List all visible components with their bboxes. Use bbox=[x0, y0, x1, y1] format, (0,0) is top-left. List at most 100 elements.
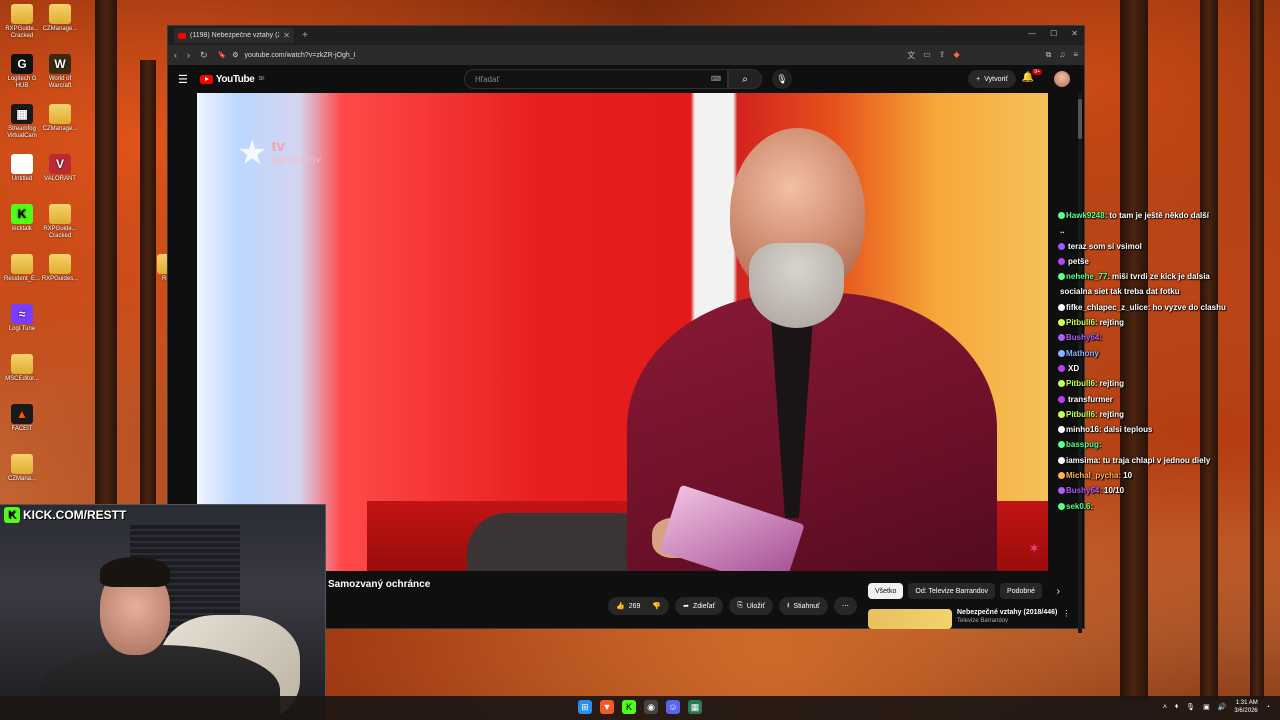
chip-channel[interactable]: Od: Televize Barrandov bbox=[908, 583, 996, 599]
chat-username[interactable]: fifke_chlapec_z_ulice: bbox=[1066, 303, 1150, 312]
desktop-icon[interactable]: RXPGuide... Cracked bbox=[40, 204, 80, 240]
volume-icon[interactable]: 🔊 bbox=[1218, 703, 1227, 711]
desktop-icon[interactable]: Resident_E... bbox=[2, 254, 42, 283]
youtube-logo[interactable]: YouTube SK bbox=[199, 74, 265, 85]
search-input[interactable]: Hľadať ⌨ bbox=[464, 69, 728, 89]
voice-search-button[interactable]: 🎙 bbox=[772, 69, 792, 89]
maximize-icon[interactable]: ☐ bbox=[1050, 29, 1057, 38]
chat-message: transfurmer bbox=[1058, 392, 1280, 407]
chip-related[interactable]: Podobné bbox=[1000, 583, 1043, 599]
chat-username[interactable]: Hawk9248: bbox=[1066, 211, 1107, 220]
keyboard-icon[interactable]: ⌨ bbox=[711, 75, 721, 83]
tray-app-icon[interactable]: ⬧ bbox=[1175, 703, 1178, 711]
desktop-icon[interactable]: RXPGuide... Cracked bbox=[2, 4, 42, 40]
desktop-icon[interactable]: Kkicktalk bbox=[2, 204, 42, 233]
tray-mic-icon[interactable]: 🎙 bbox=[1186, 703, 1195, 711]
kick-app-icon[interactable]: K bbox=[622, 700, 636, 714]
windows-start-icon[interactable]: ⊞ bbox=[578, 700, 592, 714]
menu-icon[interactable]: ≡ bbox=[1073, 50, 1078, 61]
like-button[interactable]: 👍 269 👎 bbox=[608, 597, 670, 615]
chat-badge-icon bbox=[1058, 349, 1065, 357]
share-icon[interactable]: ⇪ bbox=[939, 50, 946, 61]
chat-username[interactable]: minho16: bbox=[1066, 425, 1102, 434]
chat-message: XD bbox=[1058, 361, 1280, 376]
url-field[interactable]: 🔖 ⚙ youtube.com/watch?v=zkZR-jOgh_I bbox=[218, 51, 898, 60]
desktop-icon[interactable]: CZManage... bbox=[40, 104, 80, 133]
reader-icon[interactable]: ▭ bbox=[923, 50, 931, 61]
create-button[interactable]: + Vytvoriť bbox=[968, 70, 1016, 88]
kick-banner: K KICK.COM/RESTT bbox=[0, 504, 130, 526]
chat-message: Mathony bbox=[1058, 346, 1280, 361]
chat-badge-icon bbox=[1058, 364, 1065, 372]
minimize-icon[interactable]: — bbox=[1028, 29, 1036, 38]
desktop-icon[interactable]: RXPGuides... bbox=[40, 254, 80, 283]
discord-icon[interactable]: ☺ bbox=[666, 700, 680, 714]
avatar[interactable] bbox=[1054, 71, 1070, 87]
translate-icon[interactable]: 文 bbox=[907, 50, 915, 61]
spreadsheet-icon[interactable]: ▦ bbox=[688, 700, 702, 714]
media-icon[interactable]: ♫ bbox=[1059, 50, 1065, 61]
chip-all[interactable]: Všetko bbox=[868, 583, 904, 599]
chat-username[interactable]: iamsima: bbox=[1066, 456, 1101, 465]
chat-username[interactable]: Mathony bbox=[1066, 349, 1099, 358]
reload-icon[interactable]: ↻ bbox=[200, 50, 208, 61]
desktop-icon[interactable]: V VALORANT bbox=[40, 154, 80, 183]
hamburger-icon[interactable]: ☰ bbox=[178, 73, 188, 86]
clock[interactable]: 1:31 AM 3/6/2026 bbox=[1234, 699, 1257, 715]
save-button[interactable]: ⎘ Uložiť bbox=[729, 597, 773, 615]
chat-username[interactable]: Bushy64: bbox=[1066, 333, 1102, 342]
chat-username[interactable]: sek0.6: bbox=[1066, 502, 1093, 511]
chat-username[interactable]: basspug: bbox=[1066, 440, 1102, 449]
brave-shield-icon[interactable]: ◆ bbox=[953, 50, 959, 61]
bookmark-icon[interactable]: 🔖 bbox=[218, 51, 227, 59]
desktop-icon[interactable]: ▦ Streamfog VirtualCam bbox=[2, 104, 42, 140]
tray-chevron-icon[interactable]: ˄ bbox=[1163, 704, 1167, 711]
chat-username[interactable]: Pitbull6: bbox=[1066, 379, 1098, 388]
back-icon[interactable]: ‹ bbox=[174, 50, 177, 60]
desktop-icon[interactable]: G Logitech G HUB bbox=[2, 54, 42, 90]
chat-username[interactable]: Pitbull6: bbox=[1066, 410, 1098, 419]
more-actions-button[interactable]: ⋯ bbox=[833, 597, 857, 615]
desktop-icon[interactable]: CZManage... bbox=[40, 4, 80, 33]
folder-icon bbox=[49, 104, 71, 124]
obs-icon[interactable]: ◉ bbox=[644, 700, 658, 714]
desktop-icon[interactable]: ≈ Logi Tune bbox=[2, 304, 42, 333]
browser-tab[interactable]: (1198) Nebezpečné vztahy (2... ✕ bbox=[174, 28, 294, 43]
logitech-icon: G bbox=[11, 54, 33, 74]
desktop-icon-label: CZManage... bbox=[42, 26, 78, 32]
download-button[interactable]: ⭳ Stiahnuť bbox=[778, 597, 828, 615]
brave-icon[interactable]: ▼ bbox=[600, 700, 614, 714]
forward-icon[interactable]: › bbox=[187, 50, 190, 60]
search-button[interactable]: ⌕ bbox=[728, 69, 762, 89]
dislike-icon[interactable]: 👎 bbox=[652, 602, 661, 610]
site-info-icon[interactable]: ⚙ bbox=[232, 51, 238, 59]
chat-username[interactable]: Pitbull6: bbox=[1066, 318, 1098, 327]
chevron-right-icon[interactable]: › bbox=[1057, 586, 1060, 597]
desktop-icon-label: VALORANT bbox=[44, 176, 76, 182]
rec-more-icon[interactable]: ⋮ bbox=[1062, 609, 1070, 629]
share-button[interactable]: ➦ Zdieľať bbox=[675, 597, 724, 615]
rec-channel: Televize Barrandov bbox=[957, 618, 1009, 624]
chat-badge-icon bbox=[1058, 426, 1065, 434]
desktop-icon[interactable]: ▲ FACEIT bbox=[2, 404, 42, 433]
chat-username[interactable]: Bushy64: bbox=[1066, 486, 1102, 495]
chat-text: 10/10 bbox=[1104, 486, 1125, 496]
url-text: youtube.com/watch?v=zkZR-jOgh_I bbox=[244, 51, 356, 59]
chat-username[interactable]: nehehe_77: bbox=[1066, 272, 1110, 281]
recommended-video[interactable]: Nebezpečné vztahy (2018/446) Televize Ba… bbox=[868, 609, 1078, 629]
notification-center-icon[interactable]: ◔ bbox=[1266, 704, 1270, 711]
desktop-icon[interactable]: CZMana... bbox=[2, 454, 42, 483]
tree-trunk bbox=[140, 60, 156, 510]
close-icon[interactable]: ✕ bbox=[283, 31, 290, 40]
extensions-icon[interactable]: ⧉ bbox=[1046, 50, 1052, 61]
new-tab-icon[interactable]: + bbox=[302, 30, 308, 41]
window-close-icon[interactable]: ✕ bbox=[1071, 29, 1078, 38]
network-icon[interactable]: ▣ bbox=[1203, 703, 1210, 711]
chat-username[interactable]: Michal_pycha: bbox=[1066, 471, 1121, 480]
desktop-icon[interactable]: MSCEditor... bbox=[2, 354, 42, 383]
rec-thumbnail[interactable] bbox=[868, 609, 952, 629]
video-player[interactable]: ★ tv barrandov ✶ bbox=[197, 93, 1048, 571]
desktop-icon[interactable]: W World of Warcraft bbox=[40, 54, 80, 90]
desktop-icon[interactable]: Untitled bbox=[2, 154, 42, 183]
chat-text: rejting bbox=[1099, 379, 1125, 389]
